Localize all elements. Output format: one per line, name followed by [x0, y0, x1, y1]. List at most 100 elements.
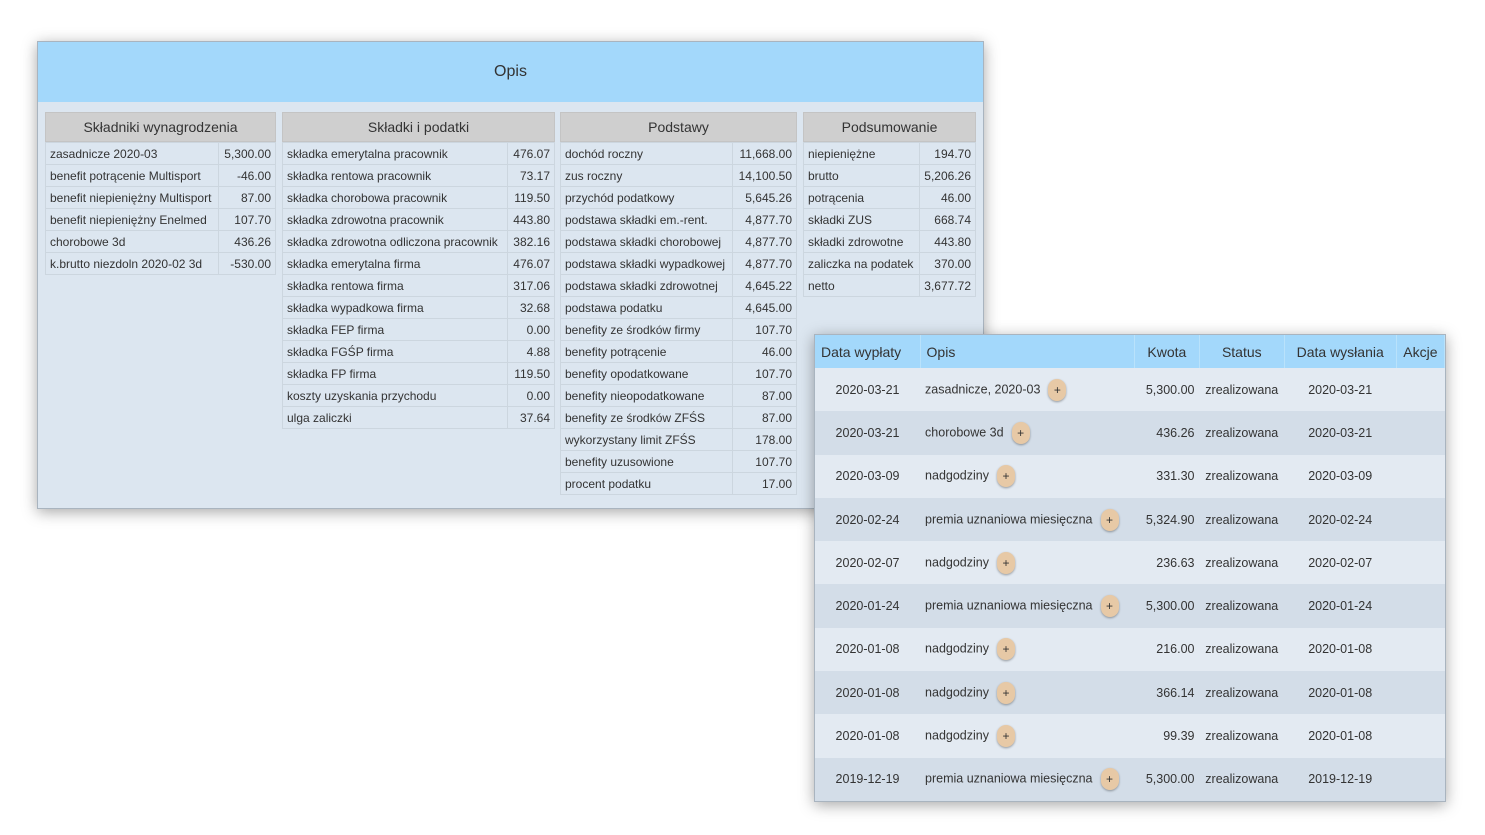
table-row: wykorzystany limit ZFŚS 178.00: [559, 428, 797, 451]
row-label: składka wypadkowa firma: [281, 296, 509, 319]
payment-row: 2020-02-24 premia uznaniowa miesięczna +5,…: [815, 497, 1445, 542]
table-row: benefity potrącenie 46.00: [559, 340, 797, 363]
row-value: 178.00: [732, 428, 797, 451]
row-value: 476.07: [507, 252, 555, 275]
table-row: podstawa składki em.-rent. 4,877.70: [559, 208, 797, 231]
row-value: 668.74: [918, 208, 977, 231]
table-row: zasadnicze 2020-03 5,300.00: [44, 142, 276, 165]
payment-amount: 366.14: [1134, 671, 1200, 715]
row-label: podstawa składki zdrowotnej: [559, 274, 734, 297]
row-value: 5,206.26: [918, 164, 977, 187]
payment-description: premia uznaniowa miesięczna +: [920, 497, 1135, 542]
table-row: składka FEP firma 0.00: [281, 318, 555, 341]
payment-date: 2020-02-24: [815, 497, 921, 542]
payment-description: nadgodziny +: [920, 454, 1135, 498]
row-label: benefity nieopodatkowane: [559, 384, 734, 407]
payment-description-text: zasadnicze, 2020-03: [925, 381, 1041, 396]
table-row: podstawa podatku 4,645.00: [559, 296, 797, 319]
expand-button[interactable]: +: [997, 681, 1015, 704]
table-row: benefity ze środków firmy 107.70: [559, 318, 797, 341]
row-value: 4,645.00: [732, 296, 797, 319]
expand-button[interactable]: +: [997, 551, 1015, 574]
row-value: 3,677.72: [918, 274, 977, 297]
table-row: benefit niepieniężny Enelmed 107.70: [44, 208, 276, 231]
payments-table: Data wypłaty Opis Kwota Status Data wysł…: [815, 335, 1445, 801]
expand-button[interactable]: +: [1048, 378, 1067, 401]
row-value: 107.70: [732, 362, 797, 385]
table-row: benefity opodatkowane 107.70: [559, 362, 797, 385]
row-value: 32.68: [507, 296, 555, 319]
payment-actions: [1396, 757, 1445, 801]
expand-button[interactable]: +: [1100, 768, 1119, 791]
col-kwota[interactable]: Kwota: [1134, 335, 1200, 368]
payments-panel: Data wypłaty Opis Kwota Status Data wysł…: [814, 334, 1446, 802]
row-label: składka rentowa pracownik: [281, 164, 509, 187]
row-label: koszty uzyskania przychodu: [281, 384, 509, 407]
table-row: brutto 5,206.26: [803, 164, 977, 187]
row-label: składka rentowa firma: [281, 274, 509, 297]
payment-amount: 5,300.00: [1134, 757, 1200, 801]
payment-description-text: nadgodziny: [925, 641, 989, 656]
col-data-wyslania[interactable]: Data wysłania: [1284, 335, 1397, 368]
expand-button[interactable]: +: [1100, 508, 1119, 531]
expand-button[interactable]: +: [1100, 595, 1119, 618]
row-label: podstawa składki chorobowej: [559, 230, 734, 253]
row-label: potrącenia: [803, 186, 920, 209]
payment-row: 2020-01-08 nadgodziny +99.39 zrealizowana 20…: [815, 714, 1445, 758]
row-value: 17.00: [732, 472, 797, 495]
opis-title: Opis: [38, 42, 983, 102]
payment-status: zrealizowana: [1199, 584, 1285, 628]
row-label: brutto: [803, 164, 920, 187]
row-value: 4,877.70: [732, 208, 797, 231]
row-value: 73.17: [507, 164, 555, 187]
payment-actions: [1396, 584, 1445, 628]
expand-button[interactable]: +: [1011, 421, 1030, 444]
row-value: 87.00: [732, 406, 797, 429]
kv-table: zasadnicze 2020-03 5,300.00 benefit potrąc…: [44, 142, 276, 275]
payment-amount: 5,300.00: [1134, 368, 1200, 412]
row-label: podstawa składki em.-rent.: [559, 208, 734, 231]
col-data-wyplaty[interactable]: Data wypłaty: [815, 335, 921, 368]
payment-actions: [1396, 541, 1445, 585]
payment-description: chorobowe 3d +: [920, 411, 1135, 455]
expand-button[interactable]: +: [997, 638, 1015, 661]
row-label: benefit potrącenie Multisport: [44, 164, 220, 187]
row-value: 194.70: [918, 142, 977, 165]
row-label: benefity ze środków ZFŚS: [559, 406, 734, 429]
payment-actions: [1396, 411, 1445, 455]
payment-description-text: nadgodziny: [925, 468, 989, 483]
payment-date: 2020-03-21: [815, 368, 921, 412]
row-value: 0.00: [507, 384, 555, 407]
payment-description: premia uznaniowa miesięczna +: [920, 584, 1135, 628]
col-opis[interactable]: Opis: [920, 335, 1135, 368]
row-label: zaliczka na podatek: [803, 252, 920, 275]
row-label: ulga zaliczki: [281, 406, 509, 429]
payment-status: zrealizowana: [1199, 671, 1285, 715]
table-row: chorobowe 3d 436.26: [44, 230, 276, 253]
col-akcje: Akcje: [1396, 335, 1445, 368]
row-label: składka FP firma: [281, 362, 509, 385]
expand-button[interactable]: +: [997, 725, 1015, 748]
payment-sent-date: 2020-02-24: [1284, 497, 1397, 542]
row-value: 0.00: [507, 318, 555, 341]
payment-date: 2020-01-08: [815, 671, 921, 715]
table-row: procent podatku 17.00: [559, 472, 797, 495]
col-status[interactable]: Status: [1199, 335, 1285, 368]
payment-actions: [1396, 671, 1445, 715]
payment-status: zrealizowana: [1199, 454, 1285, 498]
row-value: 4,877.70: [732, 252, 797, 275]
row-label: podstawa składki wypadkowej: [559, 252, 734, 275]
table-row: podstawa składki chorobowej 4,877.70: [559, 230, 797, 253]
payment-actions: [1396, 714, 1445, 758]
payment-status: zrealizowana: [1199, 757, 1285, 801]
payment-amount: 216.00: [1134, 627, 1200, 672]
payment-actions: [1396, 368, 1445, 412]
table-row: składka FGŚP firma 4.88: [281, 340, 555, 363]
payment-sent-date: 2020-03-09: [1284, 454, 1397, 498]
expand-button[interactable]: +: [997, 465, 1015, 488]
table-row: dochód roczny 11,668.00: [559, 142, 797, 165]
row-value: 37.64: [507, 406, 555, 429]
row-value: -530.00: [218, 252, 276, 275]
row-value: 476.07: [507, 142, 555, 165]
payment-sent-date: 2020-01-08: [1284, 714, 1397, 758]
